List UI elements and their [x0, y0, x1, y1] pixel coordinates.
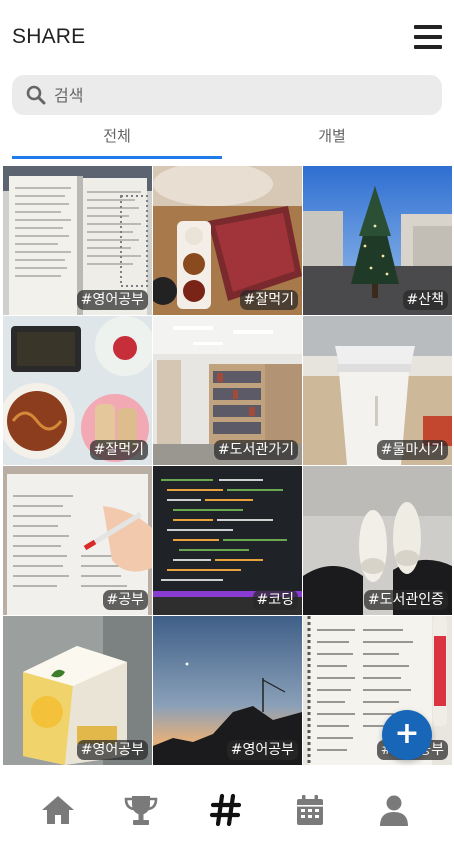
post-tag: #물마시기 — [376, 440, 448, 460]
home-icon — [42, 796, 74, 824]
post-item[interactable]: #잘먹기 — [153, 166, 302, 315]
post-item[interactable]: #공부 — [3, 466, 152, 615]
calendar-icon — [297, 795, 323, 825]
post-item[interactable]: #잘먹기 — [3, 316, 152, 465]
post-item[interactable]: #도서관가기 — [153, 316, 302, 465]
post-tag: #도서관인증 — [363, 590, 448, 610]
nav-calendar[interactable] — [292, 792, 332, 828]
nav-ranking[interactable] — [123, 792, 163, 828]
trophy-icon — [124, 796, 158, 825]
nav-profile[interactable] — [376, 792, 416, 828]
post-item[interactable]: #영어공부 — [3, 616, 152, 765]
post-tag: #영어공부 — [226, 740, 298, 760]
nav-share[interactable] — [208, 792, 248, 828]
search-input[interactable] — [54, 85, 414, 105]
tab-individual[interactable]: 개별 — [227, 120, 437, 158]
post-tag: #도서관가기 — [213, 440, 298, 460]
post-item[interactable]: #물마시기 — [303, 316, 452, 465]
bottom-nav — [0, 772, 454, 850]
nav-home[interactable] — [40, 792, 80, 828]
search-bar[interactable] — [12, 75, 442, 115]
post-tag: #영어공부 — [76, 290, 148, 310]
tab-bar: 전체 개별 — [12, 120, 442, 160]
post-tag: #산책 — [402, 290, 448, 310]
active-tab-indicator — [12, 156, 222, 159]
tab-all[interactable]: 전체 — [12, 120, 222, 158]
post-tag: #영어공부 — [76, 740, 148, 760]
profile-icon — [380, 795, 408, 826]
add-post-button[interactable]: + — [382, 710, 432, 760]
search-icon — [26, 85, 46, 105]
app-header: SHARE — [0, 0, 454, 72]
post-tag: #공부 — [102, 590, 148, 610]
post-item[interactable]: #코딩 — [153, 466, 302, 615]
app-title: SHARE — [12, 25, 86, 48]
hashtag-icon — [209, 793, 242, 827]
post-tag: #잘먹기 — [89, 440, 148, 460]
post-item[interactable]: #도서관인증 — [303, 466, 452, 615]
post-tag: #잘먹기 — [239, 290, 298, 310]
post-item[interactable]: #산책 — [303, 166, 452, 315]
post-item[interactable]: #영어공부 — [3, 166, 152, 315]
hamburger-menu-icon[interactable] — [414, 24, 442, 50]
post-tag: #코딩 — [252, 590, 298, 610]
post-item[interactable]: #영어공부 — [153, 616, 302, 765]
